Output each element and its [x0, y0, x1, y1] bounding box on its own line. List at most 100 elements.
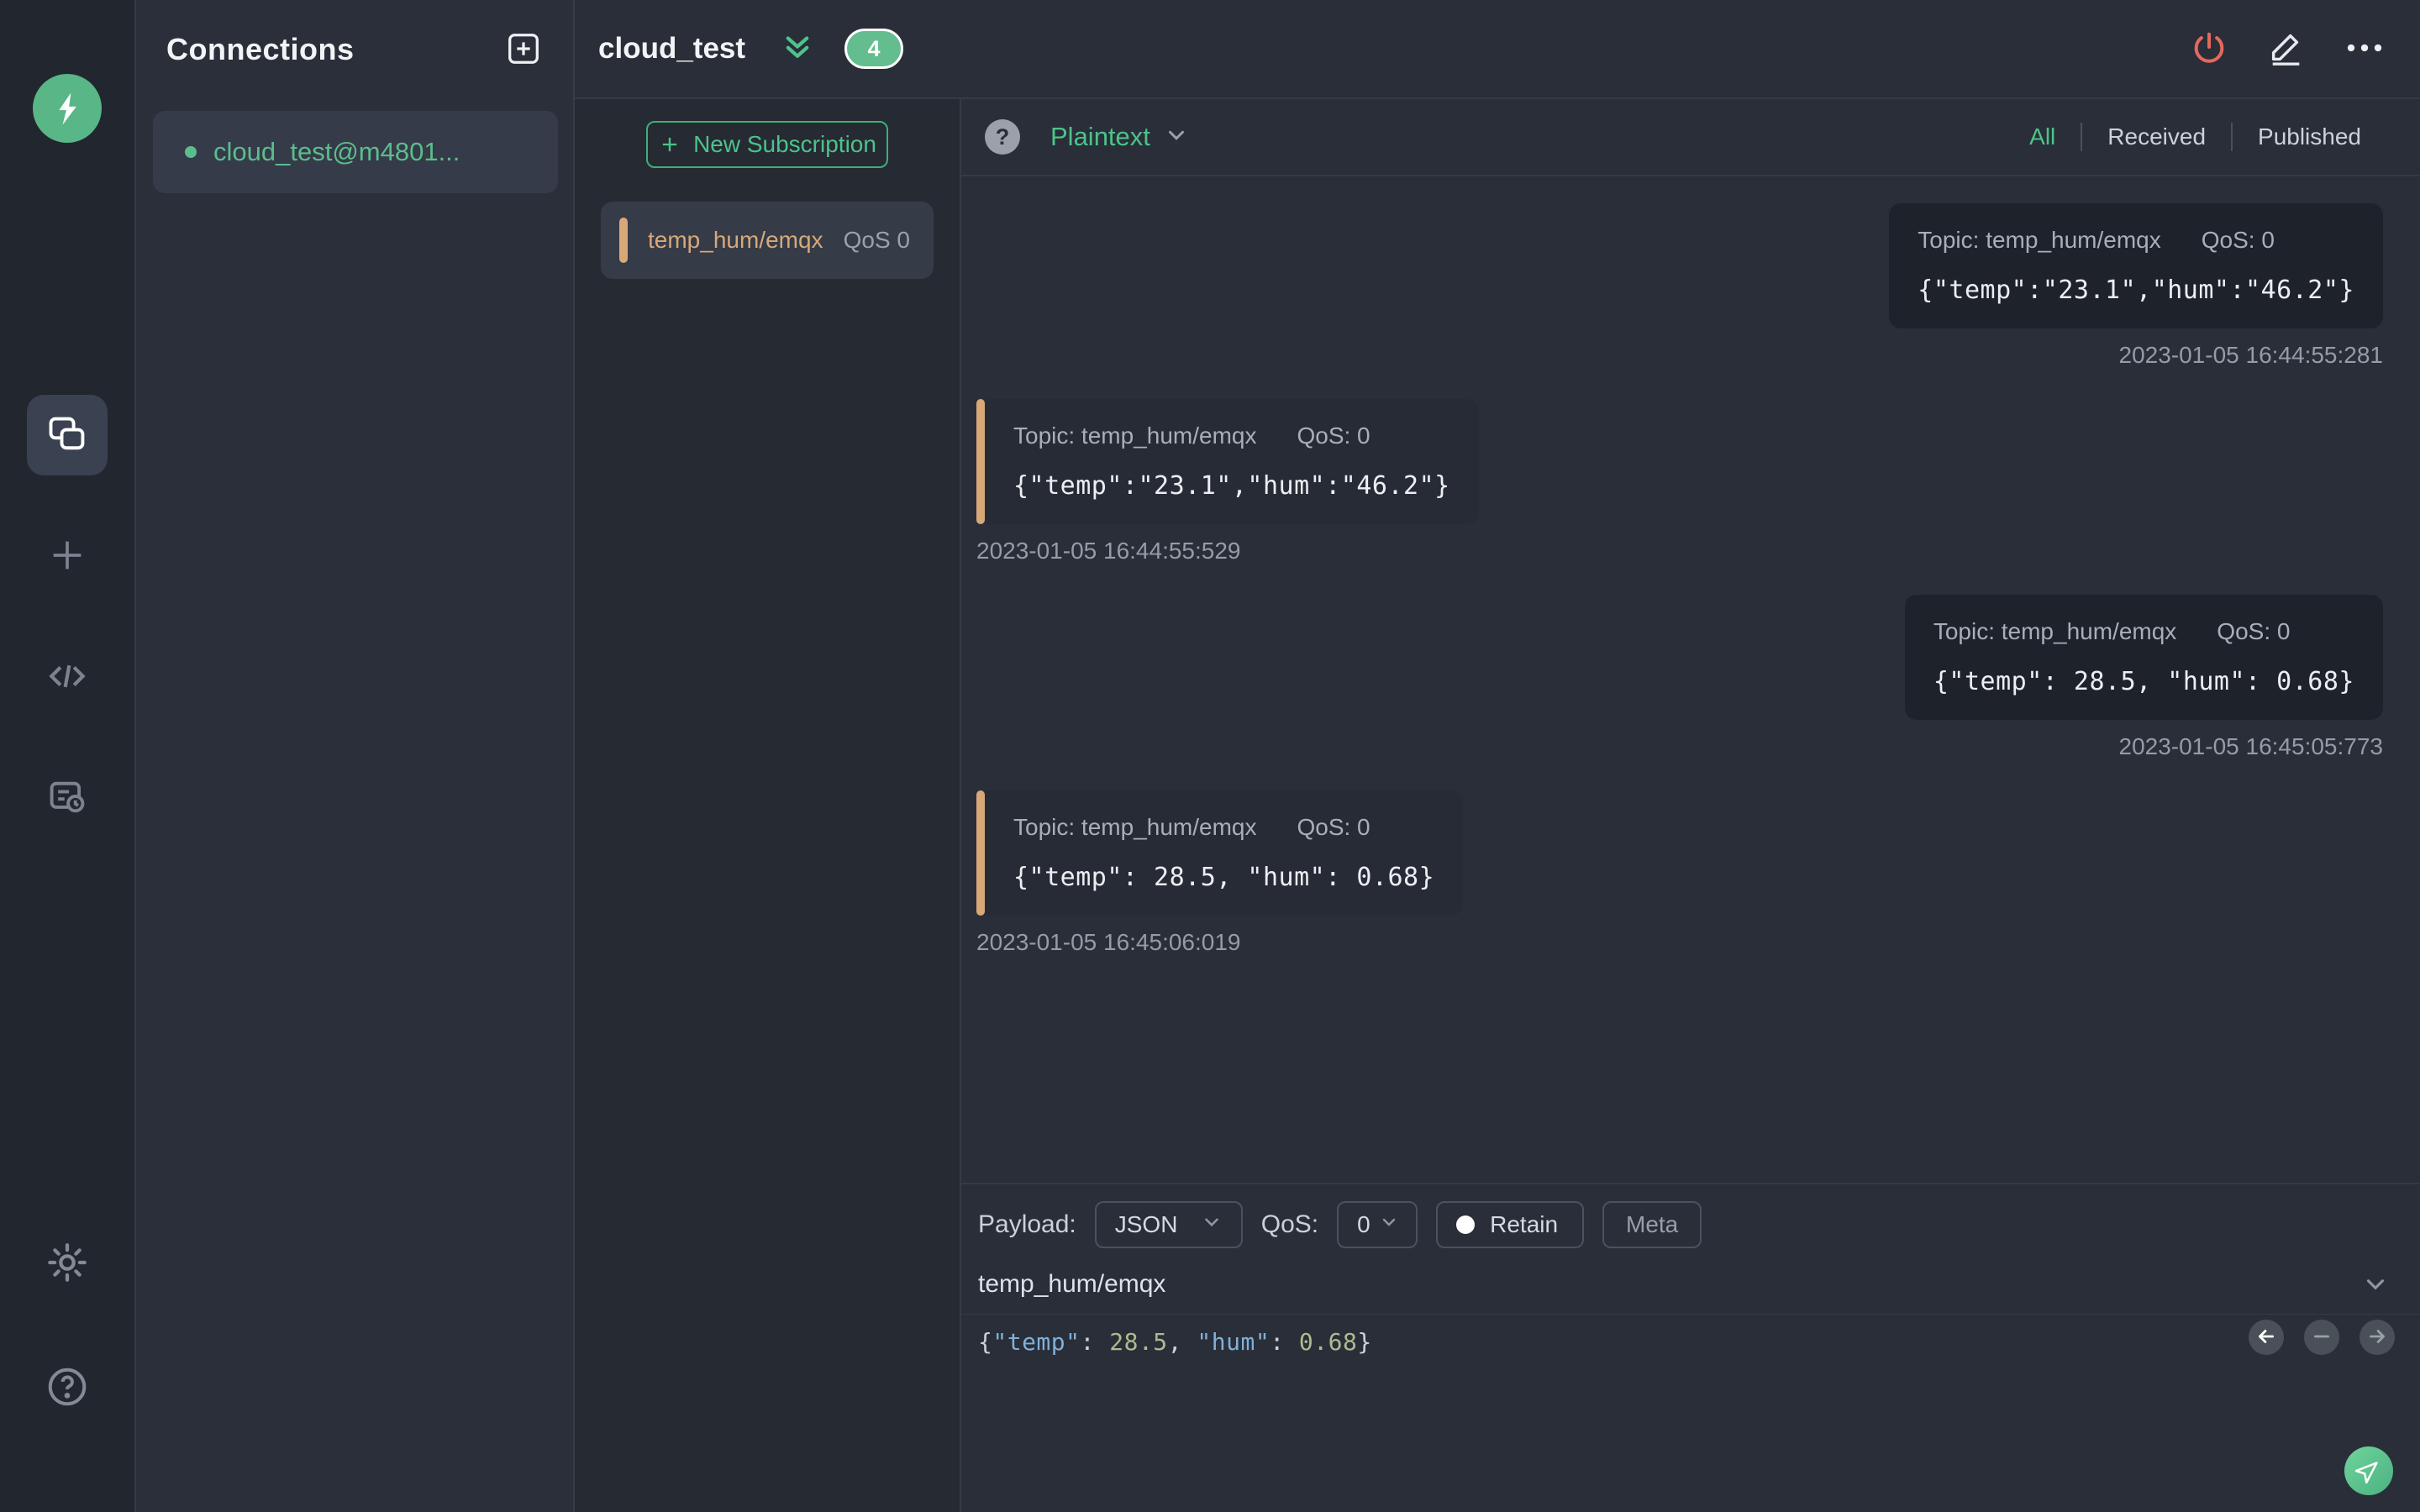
publish-options-bar: Payload: JSON QoS: 0 Retain Meta [961, 1184, 2420, 1248]
message-payload: {"temp":"23.1","hum":"46.2"} [1013, 471, 1450, 501]
message-qos: QoS: 0 [2217, 618, 2291, 644]
arrow-right-icon [2366, 1326, 2388, 1350]
collapse-double-chevron-icon[interactable] [781, 34, 814, 64]
message-topic: Topic: temp_hum/emqx [1918, 227, 2161, 253]
message-topic: Topic: temp_hum/emqx [1013, 814, 1257, 840]
json-token: "hum" [1197, 1328, 1270, 1356]
message-published: Topic: temp_hum/emqx QoS: 0 {"temp": 28.… [976, 595, 2383, 760]
edit-connection-button[interactable] [2267, 29, 2306, 70]
connection-name: cloud_test@m4801... [213, 137, 460, 166]
nav-script-button[interactable] [27, 637, 108, 717]
nav-settings-button[interactable] [27, 1223, 108, 1304]
nav-help-button[interactable] [27, 1347, 108, 1428]
message-qos: QoS: 0 [1297, 814, 1370, 840]
message-count-badge: 4 [844, 29, 904, 69]
edit-pencil-icon [2267, 29, 2306, 70]
chevron-down-icon [1164, 123, 1189, 152]
message-timestamp: 2023-01-05 16:45:06:019 [976, 929, 1241, 955]
more-ellipsis-icon [2344, 29, 2385, 70]
json-token: : [1270, 1328, 1299, 1356]
json-token: { [978, 1328, 993, 1356]
retain-radio-icon [1456, 1215, 1476, 1234]
subscription-topic: temp_hum/emqx [648, 227, 823, 253]
message-bubble[interactable]: Topic: temp_hum/emqx QoS: 0 {"temp": 28.… [976, 790, 1464, 916]
json-token: : [1080, 1328, 1110, 1356]
new-subscription-button[interactable]: New Subscription [646, 121, 888, 168]
payload-history-controls [2249, 1320, 2395, 1355]
payload-label: Payload: [978, 1210, 1076, 1238]
collapse-editor-chevron-icon[interactable] [2361, 1270, 2390, 1299]
retain-toggle[interactable]: Retain [1436, 1201, 1585, 1248]
connection-status-dot [185, 146, 197, 158]
help-icon [45, 1364, 90, 1412]
filter-all[interactable]: All [2004, 123, 2081, 150]
subscription-qos: QoS 0 [843, 227, 910, 253]
nav-log-button[interactable] [27, 758, 108, 838]
message-filters: All Received Published [2004, 123, 2386, 151]
message-timestamp: 2023-01-05 16:44:55:529 [976, 538, 1241, 564]
connections-title: Connections [166, 32, 355, 66]
connection-workspace: cloud_test 4 New Subscription temp_hum/e… [575, 0, 2420, 1512]
minus-icon [2311, 1326, 2333, 1350]
connection-header: cloud_test 4 [575, 0, 2420, 99]
subscription-item[interactable]: temp_hum/emqx QoS 0 [601, 202, 934, 279]
topic-input[interactable]: temp_hum/emqx [978, 1270, 1165, 1299]
message-bubble[interactable]: Topic: temp_hum/emqx QoS: 0 {"temp":"23.… [1889, 203, 2383, 328]
new-connection-plus-icon [44, 532, 91, 581]
send-button[interactable] [2344, 1446, 2393, 1495]
history-clear-button[interactable] [2304, 1320, 2339, 1355]
connection-list-item[interactable]: cloud_test@m4801... [153, 111, 558, 193]
message-qos: QoS: 0 [2201, 227, 2275, 253]
payload-format-select[interactable]: Plaintext [1050, 122, 1189, 152]
add-connection-button[interactable] [504, 29, 543, 71]
payload-format-value: JSON [1114, 1211, 1178, 1237]
message-timestamp: 2023-01-05 16:44:55:281 [2118, 342, 2384, 368]
more-menu-button[interactable] [2344, 29, 2385, 70]
message-received: Topic: temp_hum/emqx QoS: 0 {"temp": 28.… [976, 790, 2383, 956]
message-payload: {"temp":"23.1","hum":"46.2"} [1918, 276, 2354, 305]
message-bubble[interactable]: Topic: temp_hum/emqx QoS: 0 {"temp": 28.… [1904, 595, 2383, 720]
qos-value: 0 [1357, 1211, 1370, 1237]
json-token: , [1167, 1328, 1197, 1356]
subscription-color-bar [619, 218, 628, 263]
message-topic: Topic: temp_hum/emqx [1013, 423, 1257, 449]
json-token: "temp" [992, 1328, 1081, 1356]
json-token: 28.5 [1109, 1328, 1168, 1356]
chevron-down-icon [1379, 1211, 1399, 1238]
meta-button[interactable]: Meta [1602, 1201, 1702, 1248]
settings-gear-icon [45, 1240, 90, 1288]
message-qos: QoS: 0 [1297, 423, 1370, 449]
filter-received[interactable]: Received [2082, 123, 2231, 150]
nav-connections-button[interactable] [27, 395, 108, 475]
message-received: Topic: temp_hum/emqx QoS: 0 {"temp":"23.… [976, 399, 2383, 564]
subscriptions-column: New Subscription temp_hum/emqx QoS 0 [575, 99, 961, 1512]
payload-editor[interactable]: {"temp": 28.5, "hum": 0.68} [961, 1315, 2420, 1512]
qos-label: QoS: [1260, 1210, 1319, 1238]
mqttx-app: Connections cloud_test@m4801... cloud_te… [0, 0, 2420, 1512]
disconnect-button[interactable] [2190, 29, 2228, 70]
message-bubble[interactable]: Topic: temp_hum/emqx QoS: 0 {"temp":"23.… [976, 399, 1479, 524]
message-published: Topic: temp_hum/emqx QoS: 0 {"temp":"23.… [976, 203, 2383, 369]
script-icon [44, 653, 91, 702]
payload-help-icon[interactable]: ? [985, 119, 1020, 155]
messages-area: ? Plaintext All Received Published Topic… [961, 99, 2420, 1512]
message-list[interactable]: Topic: temp_hum/emqx QoS: 0 {"temp":"23.… [961, 176, 2420, 1183]
add-connection-icon [504, 29, 543, 71]
payload-format-value: Plaintext [1050, 122, 1150, 151]
history-prev-button[interactable] [2249, 1320, 2284, 1355]
mqttx-logo-icon[interactable] [33, 74, 102, 143]
history-next-button[interactable] [2360, 1320, 2395, 1355]
filter-published[interactable]: Published [2233, 123, 2386, 150]
new-subscription-label: New Subscription [693, 131, 876, 157]
connection-title: cloud_test [598, 32, 746, 65]
message-payload: {"temp": 28.5, "hum": 0.68} [1013, 863, 1435, 892]
retain-label: Retain [1490, 1211, 1559, 1237]
payload-format-dropdown[interactable]: JSON [1094, 1201, 1243, 1248]
message-payload: {"temp": 28.5, "hum": 0.68} [1933, 667, 2354, 696]
chevron-down-icon [1201, 1211, 1223, 1239]
header-actions [2190, 29, 2385, 70]
send-plane-icon [2354, 1457, 2382, 1486]
message-timestamp: 2023-01-05 16:45:05:773 [2118, 733, 2384, 759]
nav-new-connection-button[interactable] [27, 516, 108, 596]
qos-dropdown[interactable]: 0 [1337, 1201, 1418, 1248]
